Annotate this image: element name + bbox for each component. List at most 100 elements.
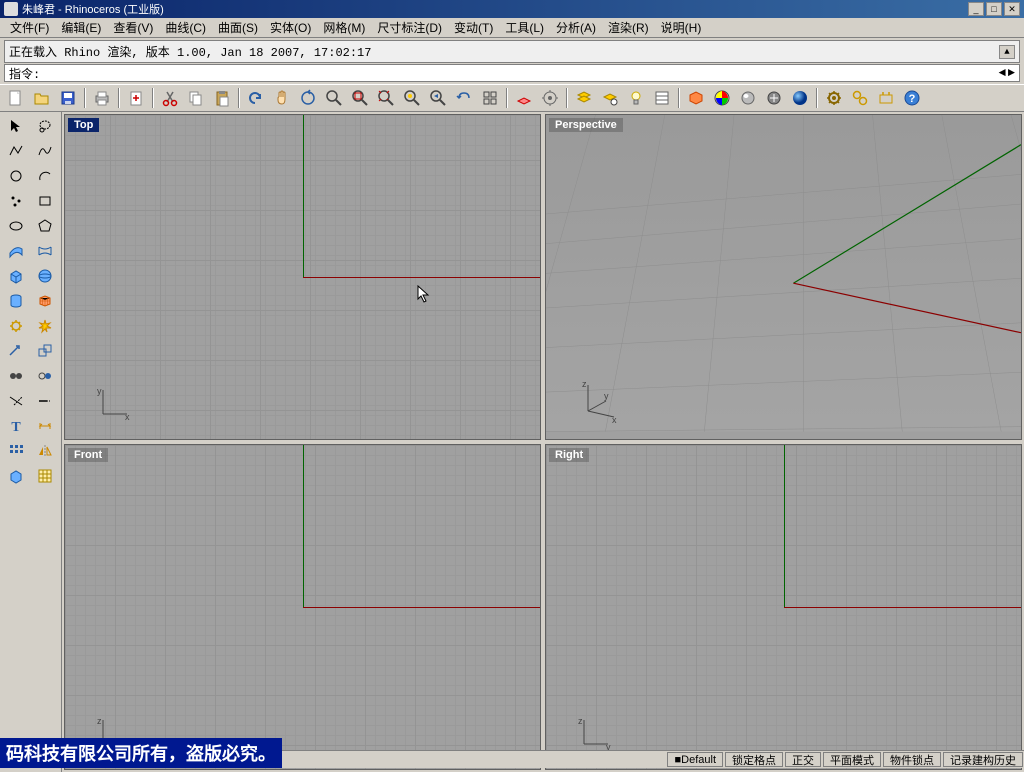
render-button[interactable] [684,86,708,110]
copy-obj-button[interactable] [31,339,59,363]
close-button[interactable]: ✕ [1004,2,1020,16]
render-options-button[interactable] [762,86,786,110]
menu-render[interactable]: 渲染(R) [602,17,655,38]
point-button[interactable] [2,189,30,213]
status-snap[interactable]: 锁定格点 [725,752,783,767]
history-prev[interactable]: ◄ [999,66,1006,80]
cut-button[interactable] [158,86,182,110]
polyline-button[interactable] [2,139,30,163]
menu-dimension[interactable]: 尺寸标注(D) [371,17,448,38]
status-planar[interactable]: 平面模式 [823,752,881,767]
shade-button[interactable] [736,86,760,110]
circle-button[interactable] [2,164,30,188]
cplane-icon [515,89,533,107]
viewport-right[interactable]: Right zy [545,444,1022,770]
solid-cylinder-button[interactable] [2,289,30,313]
zoom-dynamic-button[interactable] [322,86,346,110]
zoom-previous-button[interactable] [426,86,450,110]
layer-edit-button[interactable] [572,86,596,110]
viewport-perspective-label[interactable]: Perspective [549,118,623,132]
split-button[interactable] [31,364,59,388]
offset-srf-button[interactable] [2,464,30,488]
pan-button[interactable] [270,86,294,110]
status-history[interactable]: 记录建构历史 [943,752,1023,767]
join-button[interactable] [2,364,30,388]
open-button[interactable] [30,86,54,110]
plugin-button[interactable] [874,86,898,110]
menu-solid[interactable]: 实体(O) [264,17,317,38]
print-button[interactable] [90,86,114,110]
save-button[interactable] [56,86,80,110]
layer-states-button[interactable] [598,86,622,110]
sphere-shade-button[interactable] [788,86,812,110]
viewport-perspective[interactable]: Perspective zyx [545,114,1022,440]
viewport-front[interactable]: Front zx [64,444,541,770]
trim-button[interactable] [2,389,30,413]
minimize-button[interactable]: _ [968,2,984,16]
arc-button[interactable] [31,164,59,188]
menu-transform[interactable]: 变动(T) [448,17,499,38]
export-clip-button[interactable] [124,86,148,110]
rectangle-button[interactable] [31,189,59,213]
set-view-button[interactable] [538,86,562,110]
grid-toggle-button[interactable] [31,464,59,488]
menu-help[interactable]: 说明(H) [655,17,708,38]
zoom-selected-button[interactable] [400,86,424,110]
array-button[interactable] [2,439,30,463]
viewport-top[interactable]: Top yx [64,114,541,440]
menu-file[interactable]: 文件(F) [4,17,55,38]
zoom-window-button[interactable] [348,86,372,110]
mesh-button[interactable] [31,289,59,313]
status-layer[interactable]: ■ Default [667,752,723,767]
menu-tools[interactable]: 工具(L) [499,17,550,38]
menu-edit[interactable]: 编辑(E) [55,17,107,38]
new-button[interactable] [4,86,28,110]
history-next[interactable]: ► [1008,66,1015,80]
menu-surface[interactable]: 曲面(S) [212,17,264,38]
explode-button[interactable] [31,314,59,338]
command-input[interactable] [44,66,998,80]
viewport-right-label[interactable]: Right [549,448,589,462]
menu-analyze[interactable]: 分析(A) [550,17,602,38]
properties-button[interactable] [650,86,674,110]
menu-mesh[interactable]: 网格(M) [317,17,371,38]
status-ortho[interactable]: 正交 [785,752,821,767]
zoom-extents-button[interactable] [374,86,398,110]
maximize-button[interactable]: □ [986,2,1002,16]
help-button[interactable]: ? [900,86,924,110]
menu-view[interactable]: 查看(V) [107,17,159,38]
menu-curve[interactable]: 曲线(C) [159,17,212,38]
options-button[interactable] [822,86,846,110]
surface2-button[interactable] [31,239,59,263]
four-viewport-button[interactable] [478,86,502,110]
cplane-button[interactable] [512,86,536,110]
extend-button[interactable] [31,389,59,413]
ellipse-button[interactable] [2,214,30,238]
viewport-top-label[interactable]: Top [68,118,99,132]
history-scroll-up[interactable]: ▲ [999,45,1015,59]
lasso-icon [37,118,53,134]
select-button[interactable] [2,114,30,138]
undo-button[interactable] [244,86,268,110]
rotate-view-button[interactable] [296,86,320,110]
polygon-button[interactable] [31,214,59,238]
light-button[interactable] [624,86,648,110]
undo-view-button[interactable] [452,86,476,110]
options2-button[interactable] [848,86,872,110]
status-osnap[interactable]: 物件锁点 [883,752,941,767]
solid-sphere-button[interactable] [31,264,59,288]
svg-text:y: y [97,386,102,396]
dimension-button[interactable] [31,414,59,438]
paste-button[interactable] [210,86,234,110]
transform-gear-button[interactable] [2,314,30,338]
material-color-button[interactable] [710,86,734,110]
lasso-button[interactable] [31,114,59,138]
viewport-front-label[interactable]: Front [68,448,108,462]
mirror-button[interactable] [31,439,59,463]
text-button[interactable]: T [2,414,30,438]
solid-box-button[interactable] [2,264,30,288]
surface-button[interactable] [2,239,30,263]
curve-button[interactable] [31,139,59,163]
move-button[interactable] [2,339,30,363]
copy-button[interactable] [184,86,208,110]
